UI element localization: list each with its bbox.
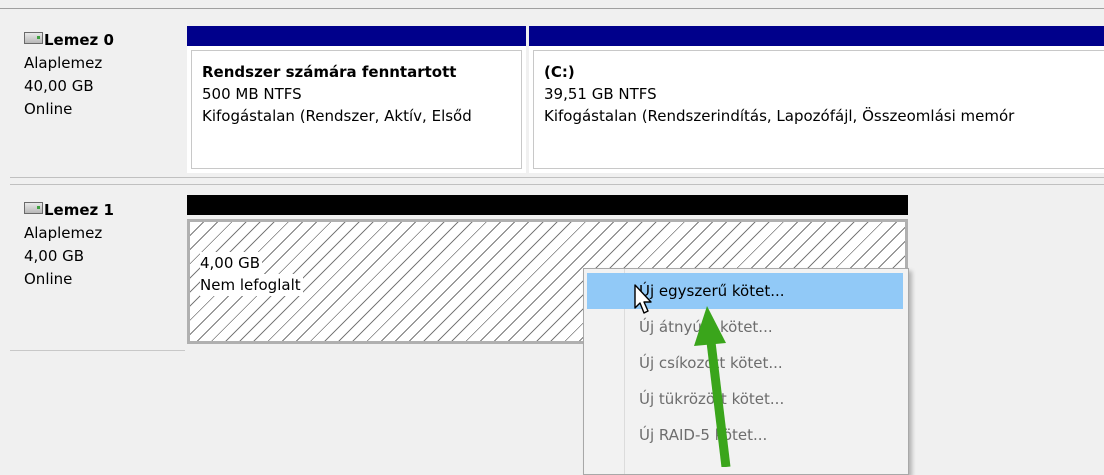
- partition-c-drive[interactable]: (C:) 39,51 GB NTFS Kifogástalan (Rendsze…: [529, 26, 1104, 173]
- partition-name: (C:): [544, 63, 575, 81]
- mouse-cursor-icon: [634, 284, 652, 314]
- disk-0-title: Lemez 0: [44, 31, 114, 49]
- partition-status: Kifogástalan (Rendszerindítás, Lapozófáj…: [544, 107, 1015, 125]
- partition-bar: [187, 195, 908, 215]
- disk-0-type: Alaplemez: [24, 54, 103, 72]
- disk-0-label[interactable]: Lemez 0 Alaplemez 40,00 GB Online: [10, 20, 185, 175]
- partition-bar: [529, 26, 1104, 46]
- row-divider: [10, 177, 1104, 178]
- disk-icon: [24, 202, 43, 214]
- partition-size-fs: 39,51 GB NTFS: [544, 85, 657, 103]
- disk-0-status: Online: [24, 100, 73, 118]
- partition-status: Kifogástalan (Rendszer, Aktív, Elsőd: [202, 107, 472, 125]
- disk-0-size: 40,00 GB: [24, 77, 94, 95]
- disk-1-size: 4,00 GB: [24, 247, 85, 265]
- partition-name: Rendszer számára fenntartott: [202, 63, 457, 81]
- row-divider: [10, 184, 1104, 185]
- disk-1-title: Lemez 1: [44, 201, 114, 219]
- disk-label-bottom-edge: [10, 350, 185, 351]
- partition-bar: [187, 26, 526, 46]
- partition-system-reserved[interactable]: Rendszer számára fenntartott 500 MB NTFS…: [187, 26, 526, 173]
- disk-icon: [24, 32, 43, 44]
- annotation-arrow-icon: [694, 306, 731, 467]
- unallocated-size: 4,00 GB: [200, 252, 263, 274]
- partition-size-fs: 500 MB NTFS: [202, 85, 302, 103]
- top-border: [0, 8, 1104, 9]
- disk-1-type: Alaplemez: [24, 224, 103, 242]
- disk-1-label[interactable]: Lemez 1 Alaplemez 4,00 GB Online: [10, 188, 185, 350]
- disk-1-status: Online: [24, 270, 73, 288]
- unallocated-label: Nem lefoglalt: [200, 274, 303, 296]
